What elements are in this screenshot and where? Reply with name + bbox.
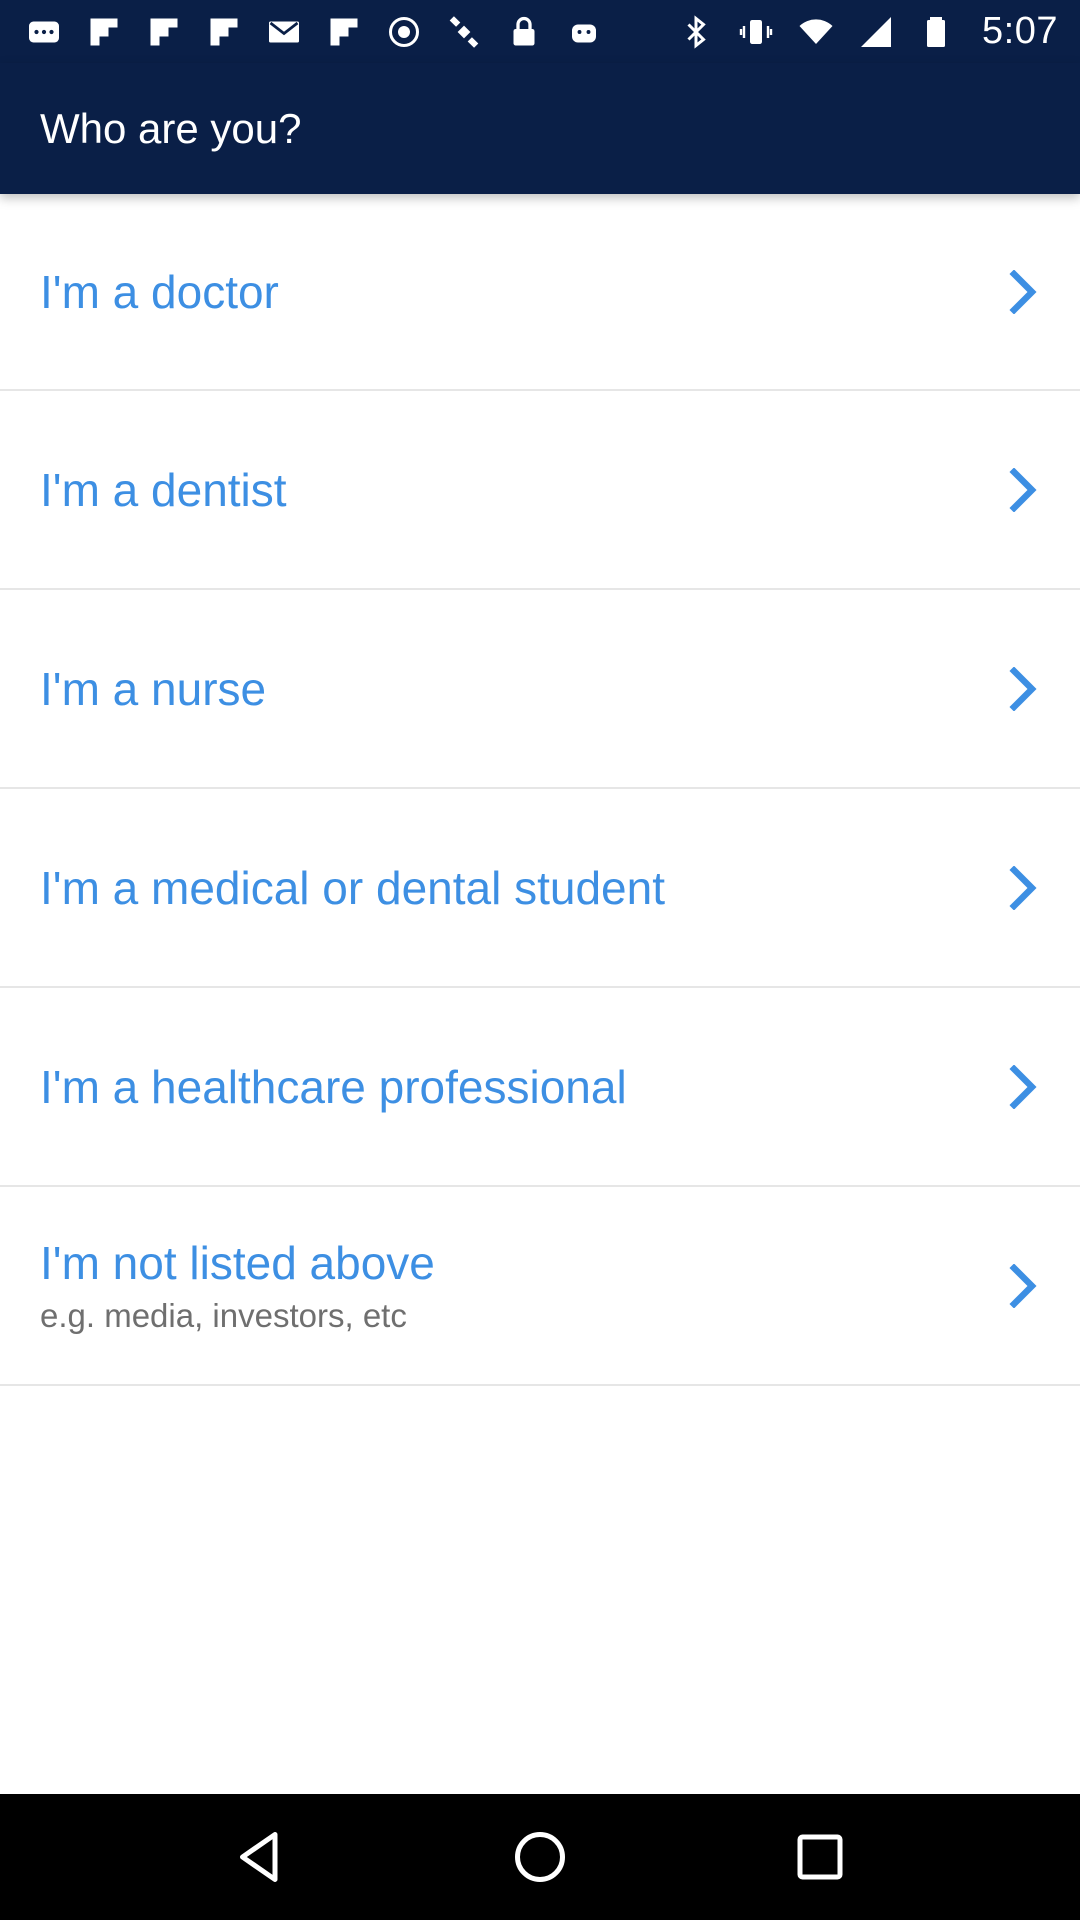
navigation-bar <box>0 1794 1080 1920</box>
recents-icon <box>797 1834 843 1880</box>
home-icon <box>515 1832 565 1882</box>
wifi-icon <box>796 12 836 52</box>
flipboard-icon <box>84 12 124 52</box>
chevron-right-icon <box>1004 466 1044 513</box>
option-label: I'm a medical or dental student <box>40 861 665 914</box>
vibrate-icon <box>736 12 776 52</box>
option-label: I'm not listed above <box>40 1236 435 1289</box>
page-title: Who are you? <box>40 104 302 152</box>
option-dentist[interactable]: I'm a dentist <box>0 391 1080 590</box>
back-button[interactable] <box>220 1817 300 1897</box>
option-label: I'm a doctor <box>40 265 279 318</box>
email-icon <box>264 12 304 52</box>
role-list: I'm a doctor I'm a dentist I'm a nurse I… <box>0 194 1080 1386</box>
bluetooth-icon <box>676 12 716 52</box>
option-label: I'm a nurse <box>40 662 267 715</box>
lock-icon <box>504 12 544 52</box>
home-button[interactable] <box>500 1817 580 1897</box>
notification-icons <box>24 12 604 52</box>
battery-icon <box>916 12 956 52</box>
option-nurse[interactable]: I'm a nurse <box>0 590 1080 789</box>
option-doctor[interactable]: I'm a doctor <box>0 194 1080 391</box>
satellite-icon <box>444 12 484 52</box>
flipboard-icon <box>324 12 364 52</box>
chevron-right-icon <box>1004 665 1044 712</box>
fake-gps-icon <box>384 12 424 52</box>
chevron-right-icon <box>1004 1262 1044 1309</box>
messages-icon <box>24 12 64 52</box>
option-label: I'm a dentist <box>40 463 287 516</box>
chevron-right-icon <box>1004 864 1044 911</box>
flipboard-icon <box>144 12 184 52</box>
back-icon <box>240 1832 278 1882</box>
app-bar: Who are you? <box>0 63 1080 194</box>
option-healthcare-professional[interactable]: I'm a healthcare professional <box>0 988 1080 1187</box>
status-time: 5:07 <box>982 10 1058 52</box>
signal-icon <box>856 12 896 52</box>
option-sublabel: e.g. media, investors, etc <box>40 1296 407 1334</box>
chevron-right-icon <box>1004 268 1044 315</box>
android-icon <box>564 12 604 52</box>
chevron-right-icon <box>1004 1063 1044 1110</box>
option-label: I'm a healthcare professional <box>40 1060 627 1113</box>
system-icons: 5:07 <box>676 10 1058 53</box>
option-student[interactable]: I'm a medical or dental student <box>0 789 1080 988</box>
recents-button[interactable] <box>780 1817 860 1897</box>
flipboard-icon <box>204 12 244 52</box>
option-not-listed[interactable]: I'm not listed above e.g. media, investo… <box>0 1187 1080 1386</box>
status-bar: 5:07 <box>0 0 1080 63</box>
